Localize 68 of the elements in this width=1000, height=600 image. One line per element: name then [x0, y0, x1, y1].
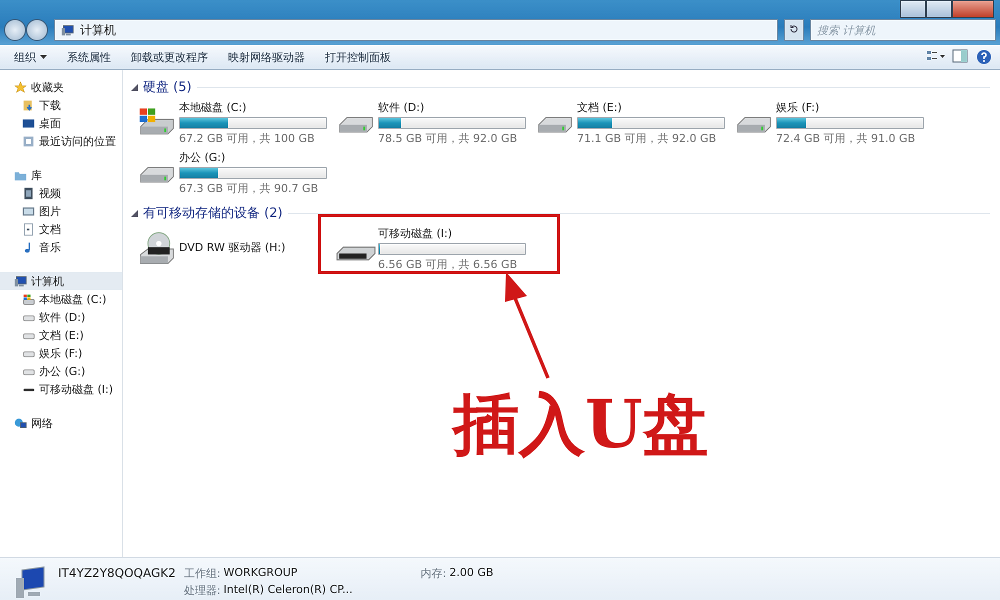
- sidebar-item[interactable]: 可移动磁盘 (I:): [0, 380, 122, 398]
- sidebar-item[interactable]: 本地磁盘 (C:): [0, 290, 122, 308]
- drive-name: 软件 (D:): [378, 100, 426, 115]
- toolbar-button[interactable]: 组织: [6, 46, 55, 68]
- computer-icon: [14, 274, 27, 288]
- refresh-icon: [789, 24, 799, 34]
- document-icon: [22, 222, 35, 236]
- toolbar-button[interactable]: 系统属性: [59, 46, 119, 68]
- toolbar-button[interactable]: 卸载或更改程序: [123, 46, 216, 68]
- computer-name: IT4YZ2Y8QOQAGK2: [58, 566, 176, 581]
- sidebar-item[interactable]: 音乐: [0, 238, 122, 256]
- refresh-button[interactable]: [784, 19, 804, 41]
- close-button[interactable]: [952, 0, 994, 18]
- sidebar-item[interactable]: 文档: [0, 220, 122, 238]
- free-space-text: 71.1 GB 可用，共 92.0 GB: [577, 131, 718, 146]
- annotation-text: 插入U盘: [453, 384, 709, 465]
- free-space-text: 72.4 GB 可用，共 91.0 GB: [776, 131, 916, 146]
- picture-icon: [22, 204, 35, 218]
- back-button[interactable]: [4, 19, 26, 41]
- free-space-text: 67.2 GB 可用，共 100 GB: [179, 131, 316, 146]
- toolbar-button[interactable]: 映射网络驱动器: [220, 46, 313, 68]
- sidebar-item[interactable]: 最近访问的位置: [0, 132, 122, 150]
- sidebar-item[interactable]: 图片: [0, 202, 122, 220]
- sidebar-item[interactable]: 下载: [0, 96, 122, 114]
- status-field: 工作组: WORKGROUP: [184, 566, 353, 581]
- computer-icon: [61, 24, 74, 36]
- breadcrumb[interactable]: 计算机: [80, 22, 116, 38]
- free-space-text: 6.56 GB 可用，共 6.56 GB: [378, 257, 518, 272]
- toolbar-button[interactable]: 打开控制面板: [317, 46, 399, 68]
- status-field: 内存: 2.00 GB: [420, 566, 494, 581]
- status-field: 处理器: Intel(R) Celeron(R) CP...: [184, 583, 353, 598]
- forward-button[interactable]: [26, 19, 48, 41]
- network-icon: [14, 416, 27, 430]
- drive-name: 文档 (E:): [577, 100, 623, 115]
- removable-drive-icon: [336, 246, 376, 261]
- folder-icon: [22, 98, 35, 112]
- sidebar-item[interactable]: 库: [0, 166, 122, 184]
- drive-name: 娱乐 (F:): [776, 100, 820, 115]
- sidebar-item[interactable]: 娱乐 (F:): [0, 344, 122, 362]
- collapse-arrow-icon[interactable]: [131, 210, 138, 216]
- drive-name: 本地磁盘 (C:): [179, 100, 248, 115]
- windows-drive-icon: [22, 292, 35, 306]
- sidebar-item[interactable]: 网络: [0, 414, 122, 432]
- desktop-icon: [22, 116, 35, 130]
- drive-name: DVD RW 驱动器 (H:): [179, 240, 286, 255]
- address-bar[interactable]: 计算机: [54, 19, 778, 41]
- sidebar-item[interactable]: 视频: [0, 184, 122, 202]
- sidebar-item[interactable]: 办公 (G:): [0, 362, 122, 380]
- collapse-arrow-icon[interactable]: [131, 84, 138, 90]
- recent-places-icon: [22, 134, 35, 148]
- sidebar-item[interactable]: 软件 (D:): [0, 308, 122, 326]
- sidebar-item[interactable]: 文档 (E:): [0, 326, 122, 344]
- section-heading: 硬盘 (5): [143, 79, 192, 96]
- film-icon: [22, 186, 35, 200]
- drive-name: 办公 (G:): [179, 150, 226, 165]
- sidebar-item[interactable]: 桌面: [0, 114, 122, 132]
- free-space-text: 67.3 GB 可用，共 90.7 GB: [179, 181, 320, 196]
- sidebar-item[interactable]: 计算机: [0, 272, 122, 290]
- free-space-text: 78.5 GB 可用，共 92.0 GB: [378, 131, 518, 146]
- star-icon: [14, 80, 27, 94]
- minimize-button[interactable]: [900, 0, 926, 18]
- sidebar-item[interactable]: 收藏夹: [0, 78, 122, 96]
- search-field[interactable]: 搜索 计算机: [810, 19, 996, 41]
- preview-pane-button[interactable]: [950, 49, 970, 65]
- maximize-button[interactable]: [926, 0, 952, 18]
- drive-name: 可移动磁盘 (I:): [378, 226, 454, 241]
- section-heading: 有可移动存储的设备 (2): [143, 205, 283, 222]
- help-button[interactable]: [974, 49, 994, 65]
